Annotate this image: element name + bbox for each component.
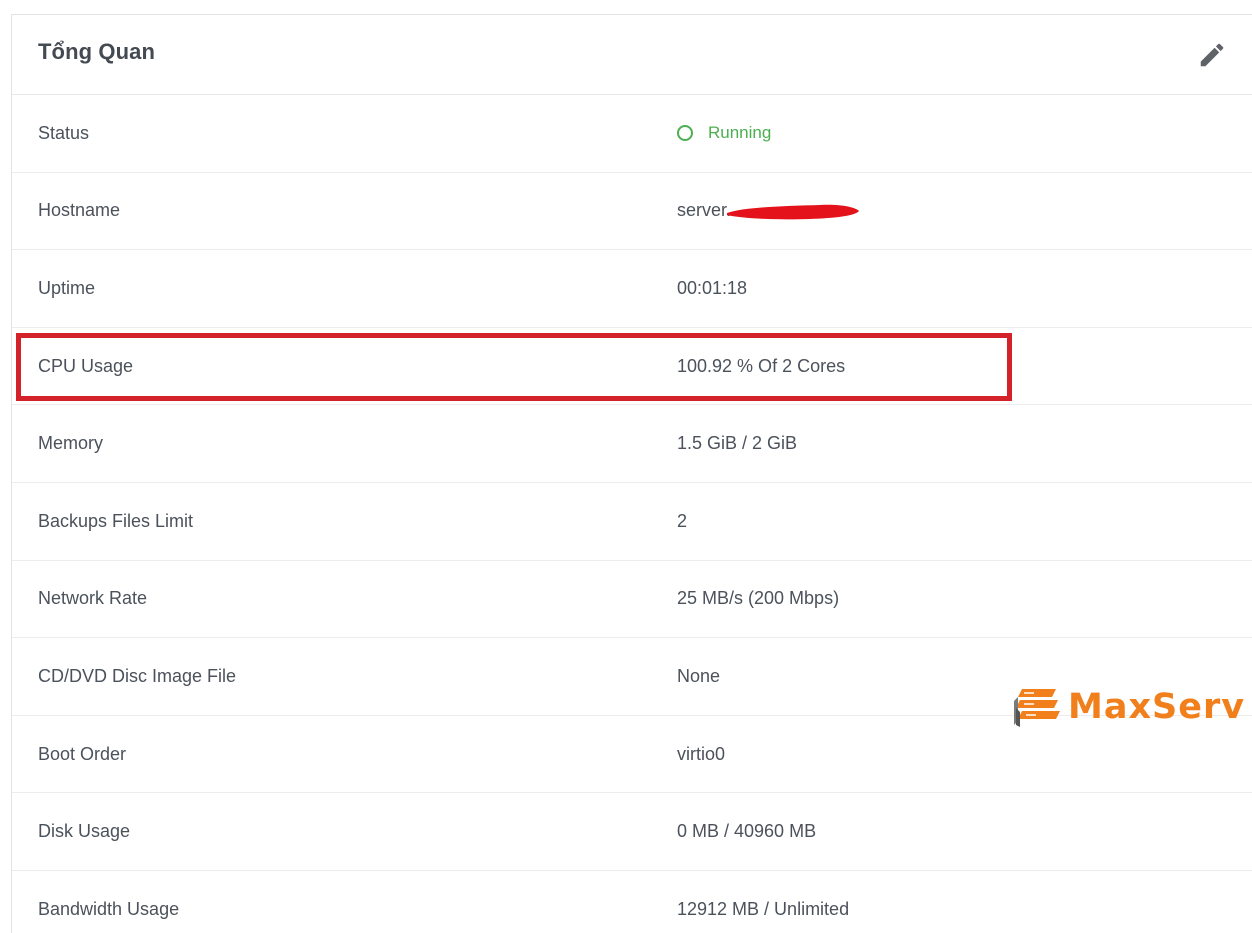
disk-usage-value: 0 MB / 40960 MB [677, 821, 817, 842]
row-disk-usage: Disk Usage 0 MB / 40960 MB [12, 793, 1252, 871]
row-memory: Memory 1.5 GiB / 2 GiB [12, 405, 1252, 483]
disc-image-value: None [677, 665, 721, 686]
backups-limit-value: 2 [677, 510, 688, 531]
overview-panel: Tổng Quan Status Running Hostname server… [11, 14, 1252, 933]
row-disc-image: CD/DVD Disc Image File None [12, 638, 1252, 716]
boot-order-value: virtio0 [677, 743, 726, 764]
row-label: Bandwidth Usage [38, 898, 180, 919]
status-text: Running [708, 123, 772, 143]
row-label: Status [38, 122, 90, 143]
row-bandwidth-usage: Bandwidth Usage 12912 MB / Unlimited [12, 871, 1252, 933]
row-boot-order: Boot Order virtio0 [12, 716, 1252, 794]
row-uptime: Uptime 00:01:18 [12, 250, 1252, 328]
row-backups-files-limit: Backups Files Limit 2 [12, 483, 1252, 561]
row-label: Network Rate [38, 588, 148, 609]
status-circle-icon [677, 125, 693, 142]
row-label: Uptime [38, 277, 96, 298]
memory-value: 1.5 GiB / 2 GiB [677, 433, 798, 454]
row-label: Hostname [38, 200, 121, 221]
row-network-rate: Network Rate 25 MB/s (200 Mbps) [12, 561, 1252, 639]
hostname-text: server. [677, 200, 732, 221]
status-value: Running [677, 95, 771, 172]
bandwidth-usage-value: 12912 MB / Unlimited [677, 898, 850, 919]
row-label: Disk Usage [38, 821, 131, 842]
row-label: CD/DVD Disc Image File [38, 665, 237, 686]
row-cpu-usage: CPU Usage 100.92 % Of 2 Cores [12, 328, 1252, 406]
uptime-value: 00:01:18 [677, 277, 748, 298]
panel-header: Tổng Quan [12, 15, 1252, 95]
row-label: Memory [38, 433, 104, 454]
row-label: Backups Files Limit [38, 510, 194, 531]
cpu-usage-value: 100.92 % Of 2 Cores [677, 355, 846, 376]
page: Tổng Quan Status Running Hostname server… [0, 0, 1252, 933]
panel-title: Tổng Quan [38, 39, 155, 64]
row-hostname: Hostname server. [12, 173, 1252, 251]
network-rate-value: 25 MB/s (200 Mbps) [677, 588, 840, 609]
row-status: Status Running [12, 95, 1252, 173]
pencil-icon [1200, 43, 1224, 67]
row-label: Boot Order [38, 743, 127, 764]
edit-button[interactable] [1192, 35, 1232, 75]
redaction-mark [727, 204, 859, 219]
hostname-value: server. [677, 173, 859, 250]
row-label: CPU Usage [38, 355, 134, 376]
